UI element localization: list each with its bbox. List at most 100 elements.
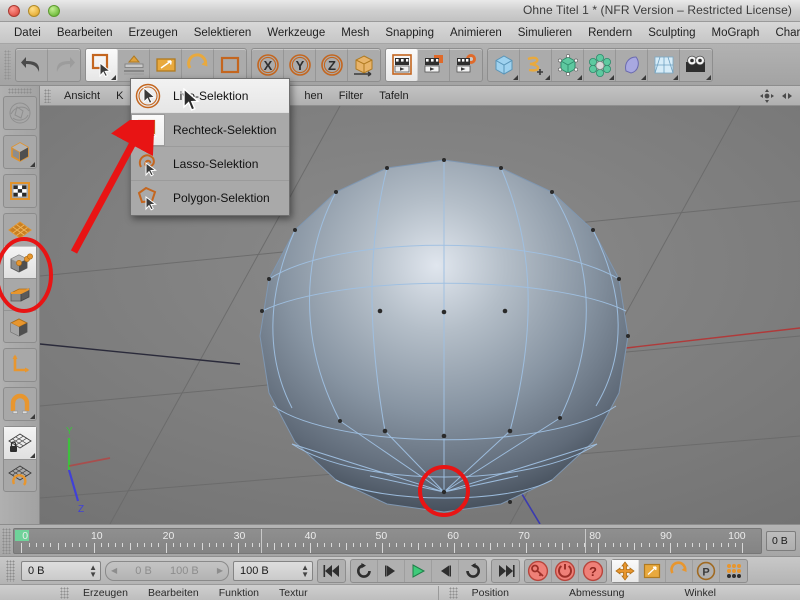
texture-mode-button[interactable] <box>4 175 36 207</box>
add-nurbs-button[interactable] <box>552 48 584 81</box>
viewport-menu-filter[interactable]: Filter <box>332 89 370 103</box>
loop-forward-button[interactable] <box>459 560 486 582</box>
coordinates-grip[interactable] <box>448 586 458 599</box>
menu-item-werkzeuge[interactable]: Werkzeuge <box>259 25 333 41</box>
menu-item-erzeugen[interactable]: Erzeugen <box>120 25 185 41</box>
close-button[interactable] <box>8 5 20 17</box>
menu-item-simulieren[interactable]: Simulieren <box>510 25 580 41</box>
menu-item-datei[interactable]: Datei <box>6 25 49 41</box>
world-coordinates-button[interactable] <box>348 49 380 81</box>
menu-item-animieren[interactable]: Animieren <box>442 25 510 41</box>
step-forward-button[interactable] <box>432 559 459 582</box>
timeline-frame-field[interactable]: 0 B <box>766 530 796 551</box>
render-settings-button[interactable] <box>450 49 482 81</box>
axis-x-button[interactable]: X <box>252 48 284 81</box>
rotate-tool-button[interactable] <box>182 48 214 81</box>
material-menu-textur[interactable]: Textur <box>269 587 318 599</box>
zoom-icon[interactable] <box>780 89 794 103</box>
viewport-grip[interactable] <box>44 88 51 103</box>
axis-z-button[interactable]: Z <box>316 48 348 81</box>
go-to-end-button[interactable] <box>492 560 519 582</box>
undo-button[interactable] <box>16 48 48 81</box>
timeline-grip[interactable] <box>2 527 11 554</box>
loop-button[interactable] <box>351 559 378 582</box>
workplane-button[interactable] <box>3 459 36 491</box>
rectangle-tool-button[interactable] <box>214 49 246 81</box>
menu-item-charakter[interactable]: Charak <box>767 25 800 41</box>
add-cube-button[interactable] <box>488 48 520 81</box>
viewport-menu-tafeln[interactable]: Tafeln <box>372 89 415 103</box>
toolbar-grip[interactable] <box>4 49 11 80</box>
minimize-button[interactable] <box>28 5 40 17</box>
parameter-key-button[interactable]: P <box>693 559 720 582</box>
go-to-start-button[interactable] <box>318 560 345 582</box>
add-spline-button[interactable] <box>520 48 552 81</box>
menu-item-snapping[interactable]: Snapping <box>377 25 442 41</box>
point-mode-button[interactable] <box>3 246 36 278</box>
menu-item-sculpting[interactable]: Sculpting <box>640 25 703 41</box>
make-editable-button[interactable] <box>4 97 36 129</box>
snap-button[interactable] <box>4 388 36 420</box>
polygon-mode-button[interactable] <box>4 214 36 246</box>
menu-item-rendern[interactable]: Rendern <box>580 25 640 41</box>
left-toolbar-grip[interactable] <box>7 88 32 94</box>
pan-icon[interactable] <box>760 89 774 103</box>
redo-button[interactable] <box>48 49 80 81</box>
move-tool-button[interactable] <box>118 48 150 81</box>
point-level-animation-button[interactable] <box>720 560 747 582</box>
viewport-menu-ansicht[interactable]: Ansicht <box>57 89 107 103</box>
polygons-mode-button[interactable] <box>3 310 36 342</box>
selection-tool-button[interactable] <box>86 48 118 81</box>
workplane-lock-icon <box>7 433 32 452</box>
autokey-button[interactable] <box>552 559 579 582</box>
keyframe-selection-button[interactable]: ? <box>579 560 606 582</box>
menu-item-bearbeiten[interactable]: Bearbeiten <box>49 25 121 41</box>
sphere-mesh[interactable] <box>259 158 630 513</box>
play-button[interactable] <box>405 559 432 582</box>
material-menu-bearbeiten[interactable]: Bearbeiten <box>138 587 209 599</box>
dropdown-item-live-selektion[interactable]: Live-Selektion <box>131 79 289 113</box>
viewport-menu-kameras[interactable]: K <box>109 89 130 103</box>
menu-item-mograph[interactable]: MoGraph <box>704 25 768 41</box>
submenu-corner-icon <box>545 74 550 80</box>
menu-item-mesh[interactable]: Mesh <box>333 25 377 41</box>
materials-grip[interactable] <box>60 586 69 599</box>
scale-tool-button[interactable] <box>150 48 182 81</box>
range-next-arrow[interactable]: ▶ <box>217 566 223 575</box>
rotation-key-button[interactable] <box>666 559 693 582</box>
zoom-button[interactable] <box>48 5 60 17</box>
step-back-button[interactable] <box>378 559 405 582</box>
record-key-button[interactable] <box>525 559 552 582</box>
viewport-menu-ansichten[interactable]: hen <box>297 89 329 103</box>
end-frame-stepper[interactable]: ▲ ▼ <box>301 563 309 578</box>
axis-y-button[interactable]: Y <box>284 48 316 81</box>
model-mode-button[interactable] <box>4 136 36 168</box>
add-camera-button[interactable] <box>680 49 712 81</box>
position-key-button[interactable] <box>612 559 639 582</box>
end-frame-field[interactable]: 100 B ▲ ▼ <box>233 560 313 581</box>
range-prev-arrow[interactable]: ◀ <box>111 566 117 575</box>
add-array-button[interactable] <box>584 48 616 81</box>
timeline-ruler[interactable]: 0 10 20 30 40 50 60 70 80 90 100 <box>13 527 762 554</box>
dropdown-item-lasso-selektion[interactable]: Lasso-Selektion <box>131 147 289 181</box>
render-region-button[interactable] <box>418 48 450 81</box>
edge-mode-button[interactable] <box>3 278 36 310</box>
workplane-lock-button[interactable] <box>3 427 36 459</box>
dropdown-item-polygon-selektion[interactable]: Polygon-Selektion <box>131 181 289 215</box>
control-bar-grip[interactable] <box>6 559 15 582</box>
add-deformer-button[interactable] <box>616 48 648 81</box>
render-view-button[interactable] <box>386 48 418 81</box>
scale-key-button[interactable] <box>639 559 666 582</box>
axis-mode-button[interactable] <box>4 349 36 381</box>
material-menu-erzeugen[interactable]: Erzeugen <box>73 587 138 599</box>
current-frame-field[interactable]: 0 B ▲ ▼ <box>21 560 101 581</box>
material-menu-funktion[interactable]: Funktion <box>209 587 269 599</box>
selection-tool-dropdown[interactable]: Live-Selektion Rechteck-Selektion Lasso-… <box>130 78 290 216</box>
preview-range-field[interactable]: ◀ 0 B 100 B ▶ <box>105 560 229 581</box>
dropdown-item-rechteck-selektion[interactable]: Rechteck-Selektion <box>131 113 289 147</box>
scale-icon <box>155 57 176 72</box>
current-frame-stepper[interactable]: ▲ ▼ <box>89 563 97 578</box>
add-floor-button[interactable] <box>648 48 680 81</box>
menu-item-selektieren[interactable]: Selektieren <box>186 25 260 41</box>
timeline-divider-1 <box>260 528 262 553</box>
